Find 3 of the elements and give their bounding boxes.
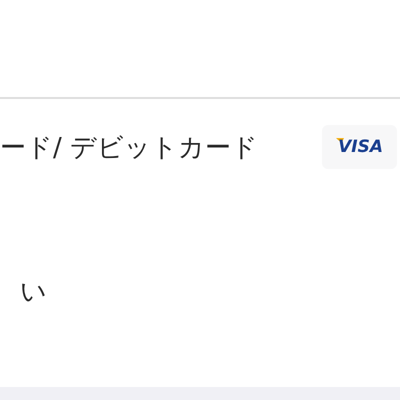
payment-option-label[interactable]: ード/ デビットカード <box>0 130 258 164</box>
payment-option-label[interactable]: い <box>20 274 47 308</box>
card-logo: VISA <box>322 125 397 169</box>
